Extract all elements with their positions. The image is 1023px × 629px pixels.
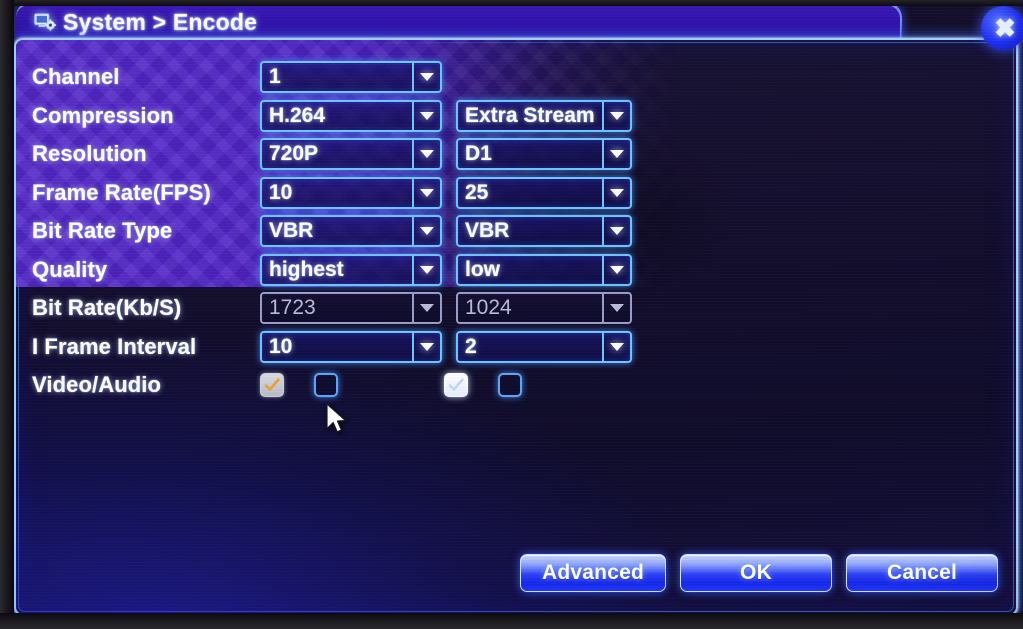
dropdown-frame-rate-main-value: 10 [269, 180, 293, 204]
label-channel: Channel [32, 64, 120, 90]
checkbox-main-video[interactable] [260, 373, 284, 398]
form-row-resolution: Resolution 720P D1 [16, 135, 1016, 174]
dropdown-channel-main[interactable]: 1 [260, 61, 442, 94]
check-icon [264, 378, 280, 391]
chevron-down-icon[interactable] [412, 332, 440, 361]
label-bit-rate: Bit Rate(Kb/S) [32, 295, 182, 321]
dropdown-bit-rate-main[interactable]: 1723 [260, 292, 442, 325]
dropdown-i-frame-interval-main[interactable]: 10 [260, 330, 442, 363]
dropdown-bit-rate-extra-value: 1024 [465, 296, 512, 320]
dialog-button-bar: Advanced OK Cancel [16, 554, 1016, 592]
label-compression: Compression [32, 102, 174, 128]
form-row-bit-rate-type: Bit Rate Type VBR VBR [16, 212, 1016, 251]
dropdown-bit-rate-extra[interactable]: 1024 [456, 292, 632, 325]
form-row-video-audio: Video/Audio [16, 366, 1016, 405]
dropdown-resolution-extra[interactable]: D1 [456, 138, 632, 171]
dropdown-stream-selector[interactable]: Extra Stream [456, 99, 632, 132]
monitor-gear-icon [34, 13, 56, 31]
dropdown-i-frame-interval-main-value: 10 [269, 334, 293, 358]
dropdown-compression-main[interactable]: H.264 [260, 99, 442, 132]
ok-button[interactable]: OK [680, 554, 832, 592]
chevron-down-icon[interactable] [412, 63, 440, 92]
dropdown-quality-extra[interactable]: low [456, 253, 632, 286]
chevron-down-icon[interactable] [602, 255, 630, 284]
chevron-down-icon[interactable] [602, 332, 630, 361]
label-quality: Quality [32, 256, 108, 282]
dropdown-resolution-main-value: 720P [269, 142, 319, 166]
chevron-down-icon[interactable] [412, 294, 440, 323]
monitor-bezel-bottom [0, 613, 1023, 629]
page-title: System > Encode [62, 8, 258, 35]
checkbox-main-audio[interactable] [314, 373, 338, 398]
chevron-down-icon[interactable] [602, 294, 630, 323]
label-frame-rate: Frame Rate(FPS) [32, 179, 211, 205]
form-row-quality: Quality highest low [16, 251, 1016, 290]
monitor-photo: System > Encode ✖ Channel 1 Compression … [0, 0, 1023, 629]
close-icon: ✖ [994, 13, 1016, 43]
form-row-i-frame-interval: I Frame Interval 10 2 [16, 328, 1016, 367]
dropdown-bit-rate-main-value: 1723 [269, 296, 316, 320]
label-bit-rate-type: Bit Rate Type [32, 218, 173, 244]
dropdown-bit-rate-type-main-value: VBR [269, 219, 314, 243]
label-resolution: Resolution [32, 141, 147, 167]
checkbox-extra-video[interactable] [444, 373, 468, 398]
dropdown-bit-rate-type-extra[interactable]: VBR [456, 215, 632, 248]
form-row-frame-rate: Frame Rate(FPS) 10 25 [16, 174, 1016, 213]
dropdown-i-frame-interval-extra[interactable]: 2 [456, 330, 632, 363]
dropdown-resolution-extra-value: D1 [465, 142, 492, 166]
advanced-button[interactable]: Advanced [520, 554, 666, 592]
monitor-bezel-top [0, 0, 1023, 6]
dropdown-compression-main-value: H.264 [269, 103, 326, 127]
window-title-bar: System > Encode [15, 2, 903, 40]
video-audio-checkbox-group [260, 373, 522, 398]
chevron-down-icon[interactable] [412, 217, 440, 246]
dropdown-channel-main-value: 1 [269, 65, 281, 89]
dropdown-bit-rate-type-extra-value: VBR [465, 219, 510, 243]
dropdown-bit-rate-type-main[interactable]: VBR [260, 215, 442, 248]
close-button[interactable]: ✖ [981, 6, 1023, 50]
label-video-audio: Video/Audio [32, 372, 162, 398]
chevron-down-icon[interactable] [602, 101, 630, 130]
dropdown-quality-main-value: highest [269, 257, 344, 281]
cancel-button[interactable]: Cancel [846, 554, 998, 592]
dropdown-stream-selector-value: Extra Stream [465, 103, 595, 127]
encode-settings-dialog: Channel 1 Compression H.264 Extra Stream [14, 38, 1018, 616]
chevron-down-icon[interactable] [602, 178, 630, 207]
dropdown-resolution-main[interactable]: 720P [260, 138, 442, 171]
dropdown-frame-rate-main[interactable]: 10 [260, 176, 442, 209]
dropdown-frame-rate-extra-value: 25 [465, 180, 489, 204]
chevron-down-icon[interactable] [412, 101, 440, 130]
label-i-frame-interval: I Frame Interval [32, 333, 197, 359]
form-row-channel: Channel 1 [16, 58, 1016, 97]
monitor-bezel-left [0, 0, 14, 629]
chevron-down-icon[interactable] [602, 140, 630, 169]
chevron-down-icon[interactable] [412, 178, 440, 207]
dropdown-frame-rate-extra[interactable]: 25 [456, 176, 632, 209]
check-icon [448, 378, 464, 391]
arrow-cursor [325, 403, 351, 437]
chevron-down-icon[interactable] [412, 255, 440, 284]
dropdown-i-frame-interval-extra-value: 2 [465, 334, 477, 358]
dropdown-quality-main[interactable]: highest [260, 253, 442, 286]
chevron-down-icon[interactable] [602, 217, 630, 246]
form-row-compression: Compression H.264 Extra Stream [16, 97, 1016, 136]
encode-form: Channel 1 Compression H.264 Extra Stream [16, 40, 1016, 614]
form-row-bit-rate: Bit Rate(Kb/S) 1723 1024 [16, 289, 1016, 328]
dropdown-quality-extra-value: low [465, 257, 500, 281]
checkbox-extra-audio[interactable] [498, 373, 522, 398]
chevron-down-icon[interactable] [412, 140, 440, 169]
